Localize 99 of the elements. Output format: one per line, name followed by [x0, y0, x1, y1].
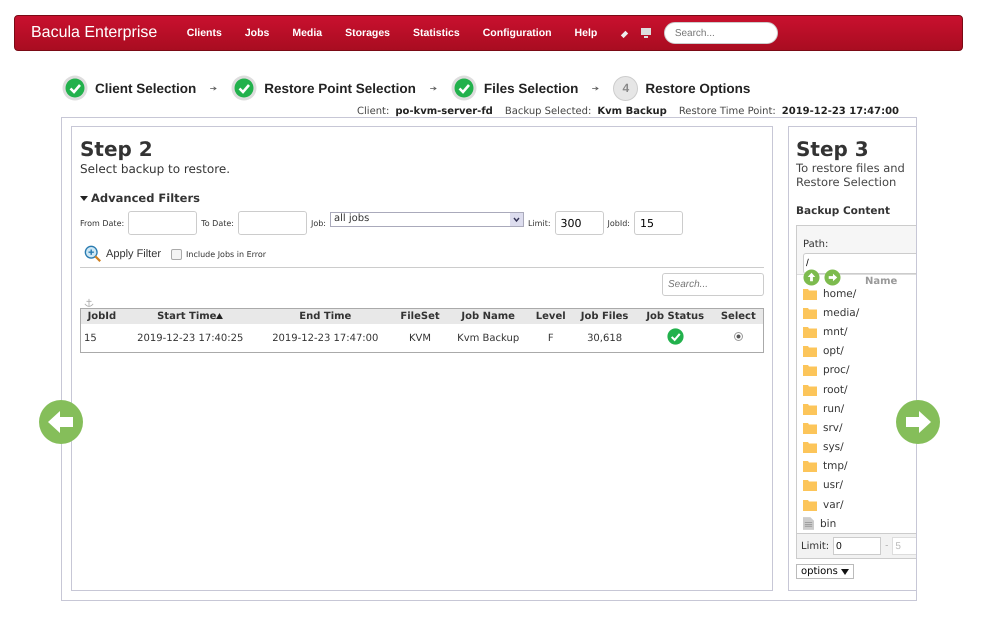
nav-link[interactable]: Configuration — [471, 27, 564, 39]
summary-label: Backup Selected: — [504, 106, 592, 118]
range-separator: - — [885, 541, 888, 552]
folder-icon — [803, 479, 817, 492]
column-header[interactable]: Job Name — [447, 308, 530, 324]
table-search-field[interactable]: Search... — [662, 273, 764, 296]
file-name[interactable]: tmp/ — [823, 460, 848, 472]
nav-link[interactable]: Statistics — [402, 27, 472, 39]
folder-icon — [803, 306, 817, 319]
checkbox[interactable] — [171, 248, 182, 260]
caret-icon[interactable] — [840, 568, 849, 575]
file-name[interactable]: usr/ — [823, 479, 843, 492]
options-button[interactable]: options — [796, 564, 854, 580]
file-name[interactable]: bin — [820, 518, 836, 530]
file-name[interactable]: run/ — [823, 402, 844, 415]
summary-value: Kvm Backup — [597, 106, 667, 118]
monitor-icon[interactable] — [640, 27, 652, 39]
filters-title[interactable]: Advanced Filters — [91, 191, 200, 205]
step-label: Files Selection — [484, 80, 578, 96]
date-field[interactable] — [128, 211, 198, 235]
step-title: Step 2 — [80, 137, 154, 161]
summary-value: 2019-12-23 17:47:00 — [782, 106, 899, 118]
column-header[interactable]: Select — [714, 308, 764, 324]
date-field[interactable] — [238, 211, 307, 235]
step-arrow-icon — [210, 86, 218, 90]
summary-label: Client: — [357, 106, 390, 118]
field-label: Path: — [803, 239, 828, 250]
folder-icon — [803, 422, 817, 434]
step-arrow-icon — [430, 86, 437, 90]
folder-icon — [803, 345, 817, 358]
caret-icon[interactable] — [80, 194, 88, 202]
column-header[interactable]: Start Time — [122, 308, 258, 324]
column-header[interactable]: Level — [529, 308, 572, 324]
jobid-field[interactable]: 15 — [634, 211, 683, 235]
folder-icon — [803, 498, 817, 511]
file-name[interactable]: root/ — [823, 384, 848, 396]
step-title: Step 3 — [796, 137, 870, 161]
job-dropdown[interactable]: all jobs — [330, 212, 524, 227]
table-cell: F — [529, 324, 572, 352]
table-cell: 2019-12-23 17:40:25 — [122, 324, 258, 352]
step-description: Restore Selection — [796, 175, 898, 189]
step-label: Restore Point Selection — [264, 80, 416, 96]
summary-label: Restore Time Point: — [678, 106, 776, 118]
apply-filter-link[interactable]: Apply Filter — [106, 248, 162, 260]
folder-icon — [803, 326, 817, 338]
folder-icon — [803, 441, 817, 454]
file-name[interactable]: srv/ — [823, 422, 843, 434]
table-cell: KVM — [392, 324, 448, 352]
table-cell: Kvm Backup — [447, 324, 530, 352]
table-cell: 15 — [80, 324, 123, 352]
column-header[interactable]: Job Status — [636, 308, 714, 324]
path-field[interactable]: / — [803, 253, 916, 274]
file-name[interactable]: opt/ — [823, 345, 844, 358]
search-field[interactable]: Search... — [664, 22, 778, 44]
folder-icon — [803, 364, 817, 376]
file-name[interactable]: var/ — [823, 498, 844, 511]
limit-field[interactable]: 0 — [833, 537, 882, 556]
field-label: From Date: — [80, 218, 124, 228]
checkbox-label: Include Jobs in Error — [186, 250, 266, 258]
step-number: 4 — [613, 76, 638, 100]
column-header[interactable]: JobId — [80, 308, 123, 324]
file-name[interactable]: mnt/ — [823, 326, 848, 338]
table-cell: 2019-12-23 17:47:00 — [258, 324, 393, 352]
field-label: Limit: — [528, 218, 551, 228]
nav-link[interactable]: Help — [563, 27, 609, 39]
folder-icon — [803, 460, 817, 472]
zoom-in-icon[interactable] — [84, 245, 102, 263]
step-label: Client Selection — [95, 80, 196, 96]
step-subtitle: Select backup to restore. — [80, 161, 232, 177]
step-description: To restore files and — [796, 161, 906, 175]
table-cell: 30,618 — [572, 324, 637, 352]
file-icon — [803, 517, 814, 530]
dropdown-caret-icon[interactable] — [510, 213, 523, 226]
field-label: Limit: — [801, 540, 830, 552]
step-arrow-icon — [592, 86, 600, 90]
sort-ascending-icon — [216, 313, 224, 320]
field-label: To Date: — [201, 218, 234, 228]
folder-icon — [803, 402, 817, 415]
nav-link[interactable]: Jobs — [233, 27, 281, 39]
section-title: Backup Content — [796, 205, 891, 217]
brand-title: Bacula Enterprise — [31, 24, 158, 42]
file-name[interactable]: media/ — [823, 306, 860, 319]
column-header[interactable]: FileSet — [392, 308, 448, 324]
nav-link[interactable]: Clients — [175, 27, 234, 39]
file-name[interactable]: proc/ — [823, 364, 850, 376]
nav-link[interactable]: Storages — [334, 27, 402, 39]
file-name[interactable]: home/ — [823, 288, 856, 300]
nav-link[interactable]: Media — [280, 27, 334, 39]
radio-button[interactable] — [734, 332, 743, 341]
column-header[interactable]: End Time — [258, 308, 393, 324]
field-label: Job: — [310, 218, 326, 228]
column-header[interactable]: Job Files — [572, 308, 637, 324]
summary-value: po-kvm-server-fd — [395, 106, 493, 118]
limit-field[interactable]: 300 — [554, 211, 604, 235]
step-label: Restore Options — [645, 80, 750, 96]
folder-icon — [803, 384, 817, 396]
field-label: JobId: — [608, 218, 630, 228]
file-name[interactable]: sys/ — [823, 441, 844, 454]
folder-icon — [803, 288, 817, 300]
